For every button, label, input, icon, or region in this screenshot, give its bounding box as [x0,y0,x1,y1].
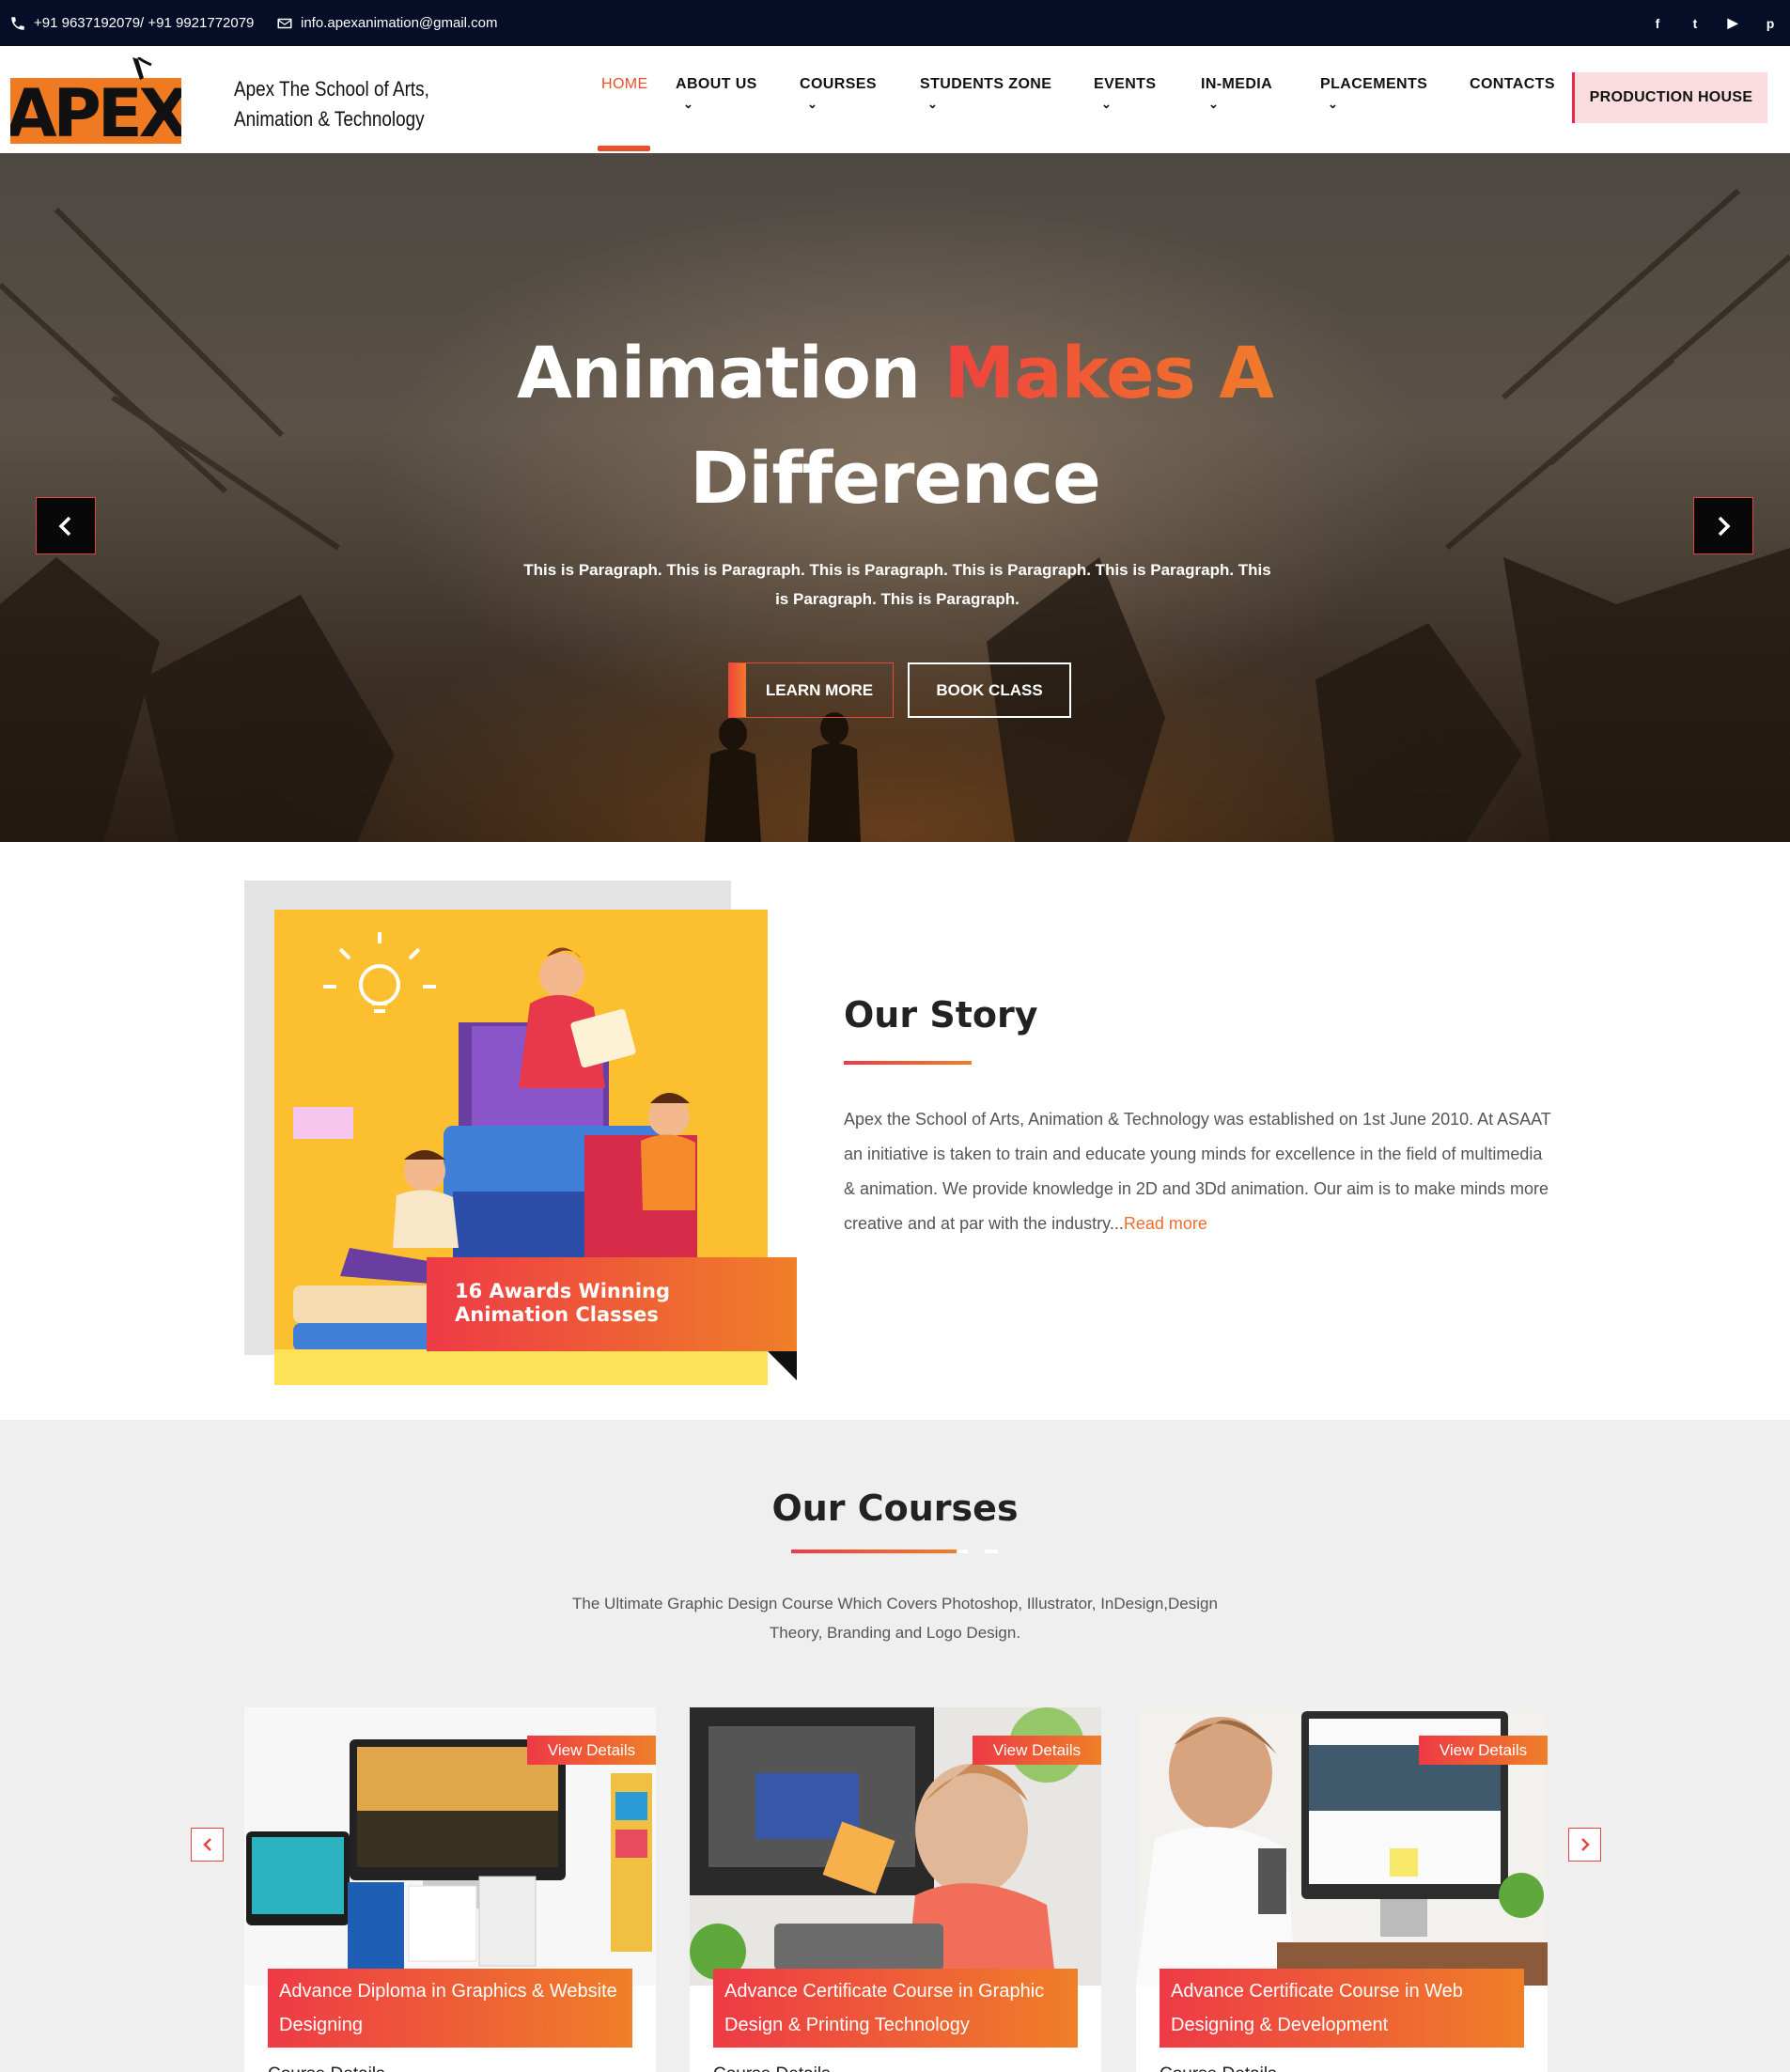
main-nav: HOME ABOUT US ⌄ COURSES ⌄ STUDENTS ZONE ⌄ E… [0,46,1790,153]
hero-title: Animation Makes A Difference [516,331,1274,520]
courses-title-underline [791,1550,957,1553]
view-details-button[interactable]: View Details [527,1736,656,1765]
chevron-down-icon: ⌄ [1208,97,1220,111]
course-details-link[interactable]: Course Details [268,2064,385,2072]
course-name: Advance Certificate Course in Graphic De… [713,1969,1078,2048]
awards-badge: 16 Awards Winning Animation Classes [427,1257,797,1351]
youtube-icon[interactable]: ▶ [1724,15,1741,32]
story-title: Our Story [844,994,1038,1036]
courses-section: Our Courses The Ultimate Graphic Design … [0,1420,1790,2072]
courses-title: Our Courses [771,1488,1019,1529]
phone-contact[interactable]: +91 9637192079/ +91 9921772079 [9,0,254,46]
chevron-down-icon: ⌄ [1101,97,1113,111]
illustration-bottom-strip [274,1349,768,1385]
chevron-right-icon [1718,516,1731,536]
course-card[interactable]: View Details Advance Certificate Course … [690,1707,1101,2072]
nav-in-media[interactable]: IN-MEDIA ⌄ [1201,76,1272,112]
nav-home[interactable]: HOME [601,76,648,93]
chevron-down-icon: ⌄ [1328,97,1339,111]
course-name: Advance Diploma in Graphics & Website De… [268,1969,632,2048]
courses-subtitle: The Ultimate Graphic Design Course Which… [572,1595,1218,1642]
production-house-button[interactable]: PRODUCTION HOUSE [1572,72,1767,123]
active-nav-indicator [598,146,650,151]
course-card[interactable]: View Details Advance Certificate Course … [1136,1707,1548,2072]
course-name: Advance Certificate Course in Web Design… [1160,1969,1524,2048]
chevron-down-icon: ⌄ [927,97,939,111]
read-more-link[interactable]: Read more [1124,1214,1207,1233]
book-class-button[interactable]: BOOK CLASS [908,662,1071,718]
social-links: f t ▶ p [1649,0,1779,46]
nav-students-zone[interactable]: STUDENTS ZONE ⌄ [920,76,1051,112]
courses-underline-dot [985,1550,998,1553]
site-header: APEX Apex The School of Arts, Animation … [0,46,1790,153]
course-card[interactable]: View Details Advance Diploma in Graphics… [244,1707,656,2072]
nav-about-us[interactable]: ABOUT US ⌄ [676,76,757,112]
course-details-link[interactable]: Course Details [1160,2064,1277,2072]
top-bar: +91 9637192079/ +91 9921772079 info.apex… [0,0,1790,46]
email-address: info.apexanimation@gmail.com [301,15,498,31]
email-contact[interactable]: info.apexanimation@gmail.com [276,0,498,46]
awards-badge-corner [768,1351,797,1380]
facebook-icon[interactable]: f [1649,15,1666,32]
view-details-button[interactable]: View Details [1419,1736,1548,1765]
hero-next-button[interactable] [1693,497,1753,554]
nav-courses[interactable]: COURSES ⌄ [800,76,877,112]
chevron-left-icon [202,1838,211,1851]
courses-next-button[interactable] [1568,1828,1601,1862]
chevron-down-icon: ⌄ [683,97,694,111]
story-text: Apex the School of Arts, Animation & Tec… [844,1110,1551,1233]
courses-prev-button[interactable] [191,1828,224,1862]
course-details-link[interactable]: Course Details [713,2064,831,2072]
hero-prev-button[interactable] [36,497,96,554]
chevron-left-icon [58,516,71,536]
courses-underline-dot [958,1550,968,1553]
hero-paragraph: This is Paragraph. This is Paragraph. Th… [523,561,1271,608]
nav-contacts[interactable]: CONTACTS [1470,76,1555,93]
view-details-button[interactable]: View Details [973,1736,1101,1765]
story-title-underline [844,1061,972,1065]
envelope-icon [277,18,292,28]
twitter-icon[interactable]: t [1687,15,1704,32]
hero-slider: Animation Makes A Difference This is Par… [0,153,1790,842]
learn-more-button[interactable]: LEARN MORE [728,662,894,718]
chevron-right-icon [1580,1838,1590,1851]
nav-placements[interactable]: PLACEMENTS ⌄ [1320,76,1427,112]
phone-icon [11,16,24,30]
chevron-down-icon: ⌄ [807,97,818,111]
phone-number: +91 9637192079/ +91 9921772079 [34,15,255,31]
pinterest-icon[interactable]: p [1762,15,1779,32]
nav-events[interactable]: EVENTS ⌄ [1094,76,1156,112]
